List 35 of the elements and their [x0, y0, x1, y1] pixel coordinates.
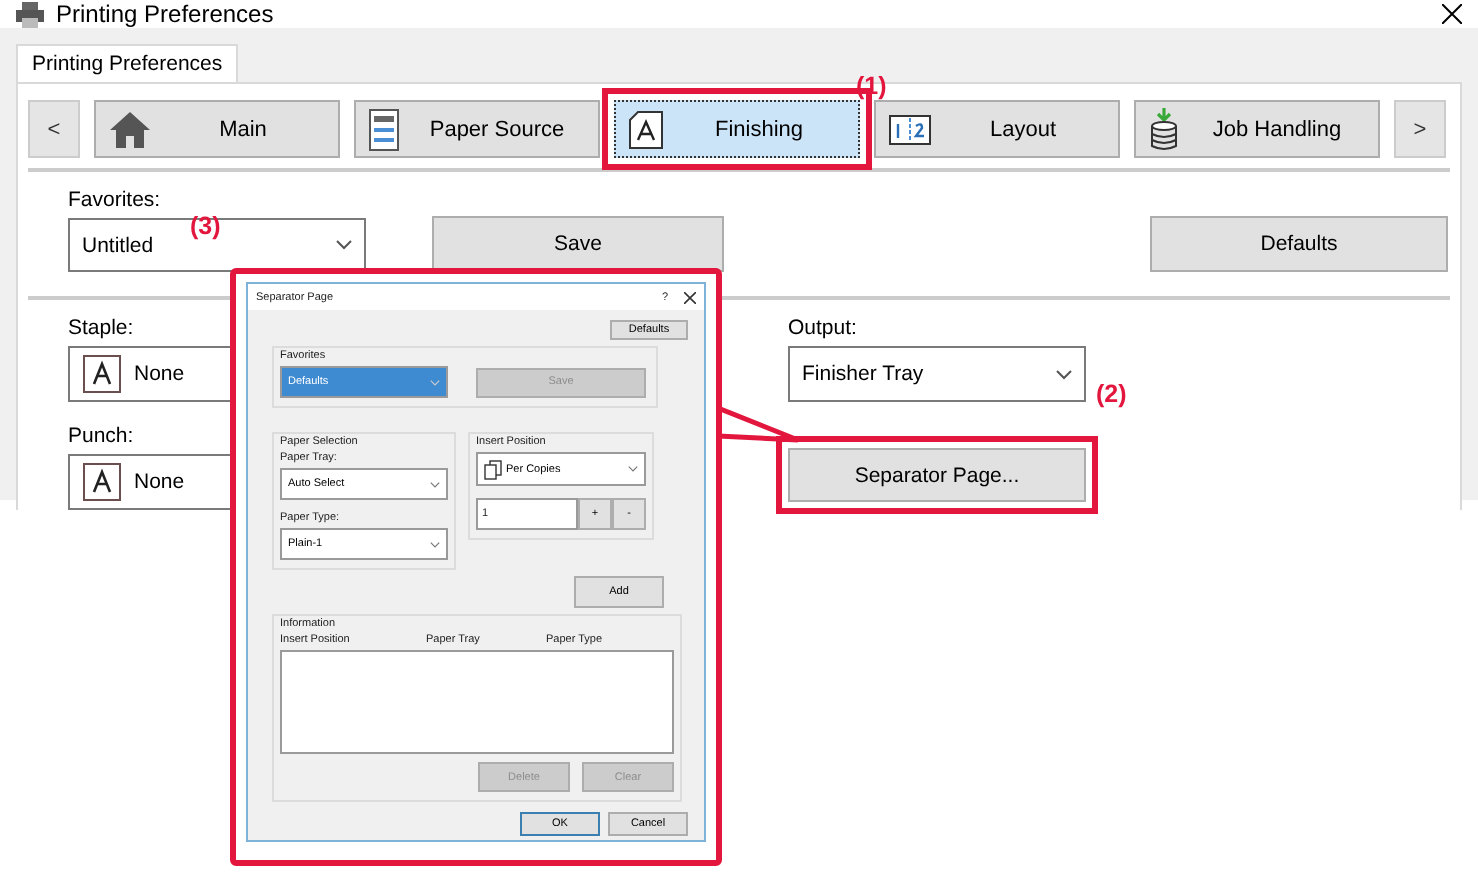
printer-icon: [16, 1, 44, 27]
tab-button[interactable]: Layout: [874, 100, 1120, 158]
field-label: Staple:: [68, 316, 134, 340]
chevron-down-icon: [336, 240, 352, 250]
document-a-icon: [82, 354, 122, 394]
document-a-icon: [82, 462, 122, 502]
chevron-down-icon: [1056, 369, 1072, 379]
copier-icon: [368, 107, 400, 151]
save-button[interactable]: Save: [432, 216, 724, 272]
field-label: Output:: [788, 316, 857, 340]
stack-download-icon: [1148, 107, 1180, 151]
document-a-icon: [628, 109, 664, 149]
next-button[interactable]: >: [1394, 100, 1446, 158]
chevron-down-icon: [430, 379, 440, 385]
annotation-label: (3): [190, 212, 221, 240]
field-label: Favorites:: [68, 188, 161, 212]
tab-button[interactable]: Paper Source: [354, 100, 600, 158]
two-pages-icon: [888, 113, 932, 145]
close-icon[interactable]: [684, 291, 696, 303]
output-dropdown[interactable]: Finisher Tray: [788, 346, 1086, 402]
tab-button[interactable]: Job Handling: [1134, 100, 1380, 158]
close-icon[interactable]: [1442, 4, 1462, 24]
window-title: Printing Preferences: [56, 0, 276, 28]
field-label: Punch:: [68, 424, 134, 448]
defaults-button[interactable]: Defaults: [1150, 216, 1448, 272]
pages-icon: [484, 459, 502, 479]
information-list[interactable]: [280, 650, 674, 754]
chevron-down-icon: [430, 481, 440, 487]
annotation-label: (2): [1096, 380, 1127, 408]
tab-button[interactable]: Main: [94, 100, 340, 158]
tab[interactable]: Printing Preferences: [16, 44, 239, 82]
previous-button[interactable]: <: [28, 100, 80, 158]
chevron-down-icon: [430, 541, 440, 547]
chevron-down-icon: [628, 466, 638, 472]
house-icon: [108, 109, 152, 149]
